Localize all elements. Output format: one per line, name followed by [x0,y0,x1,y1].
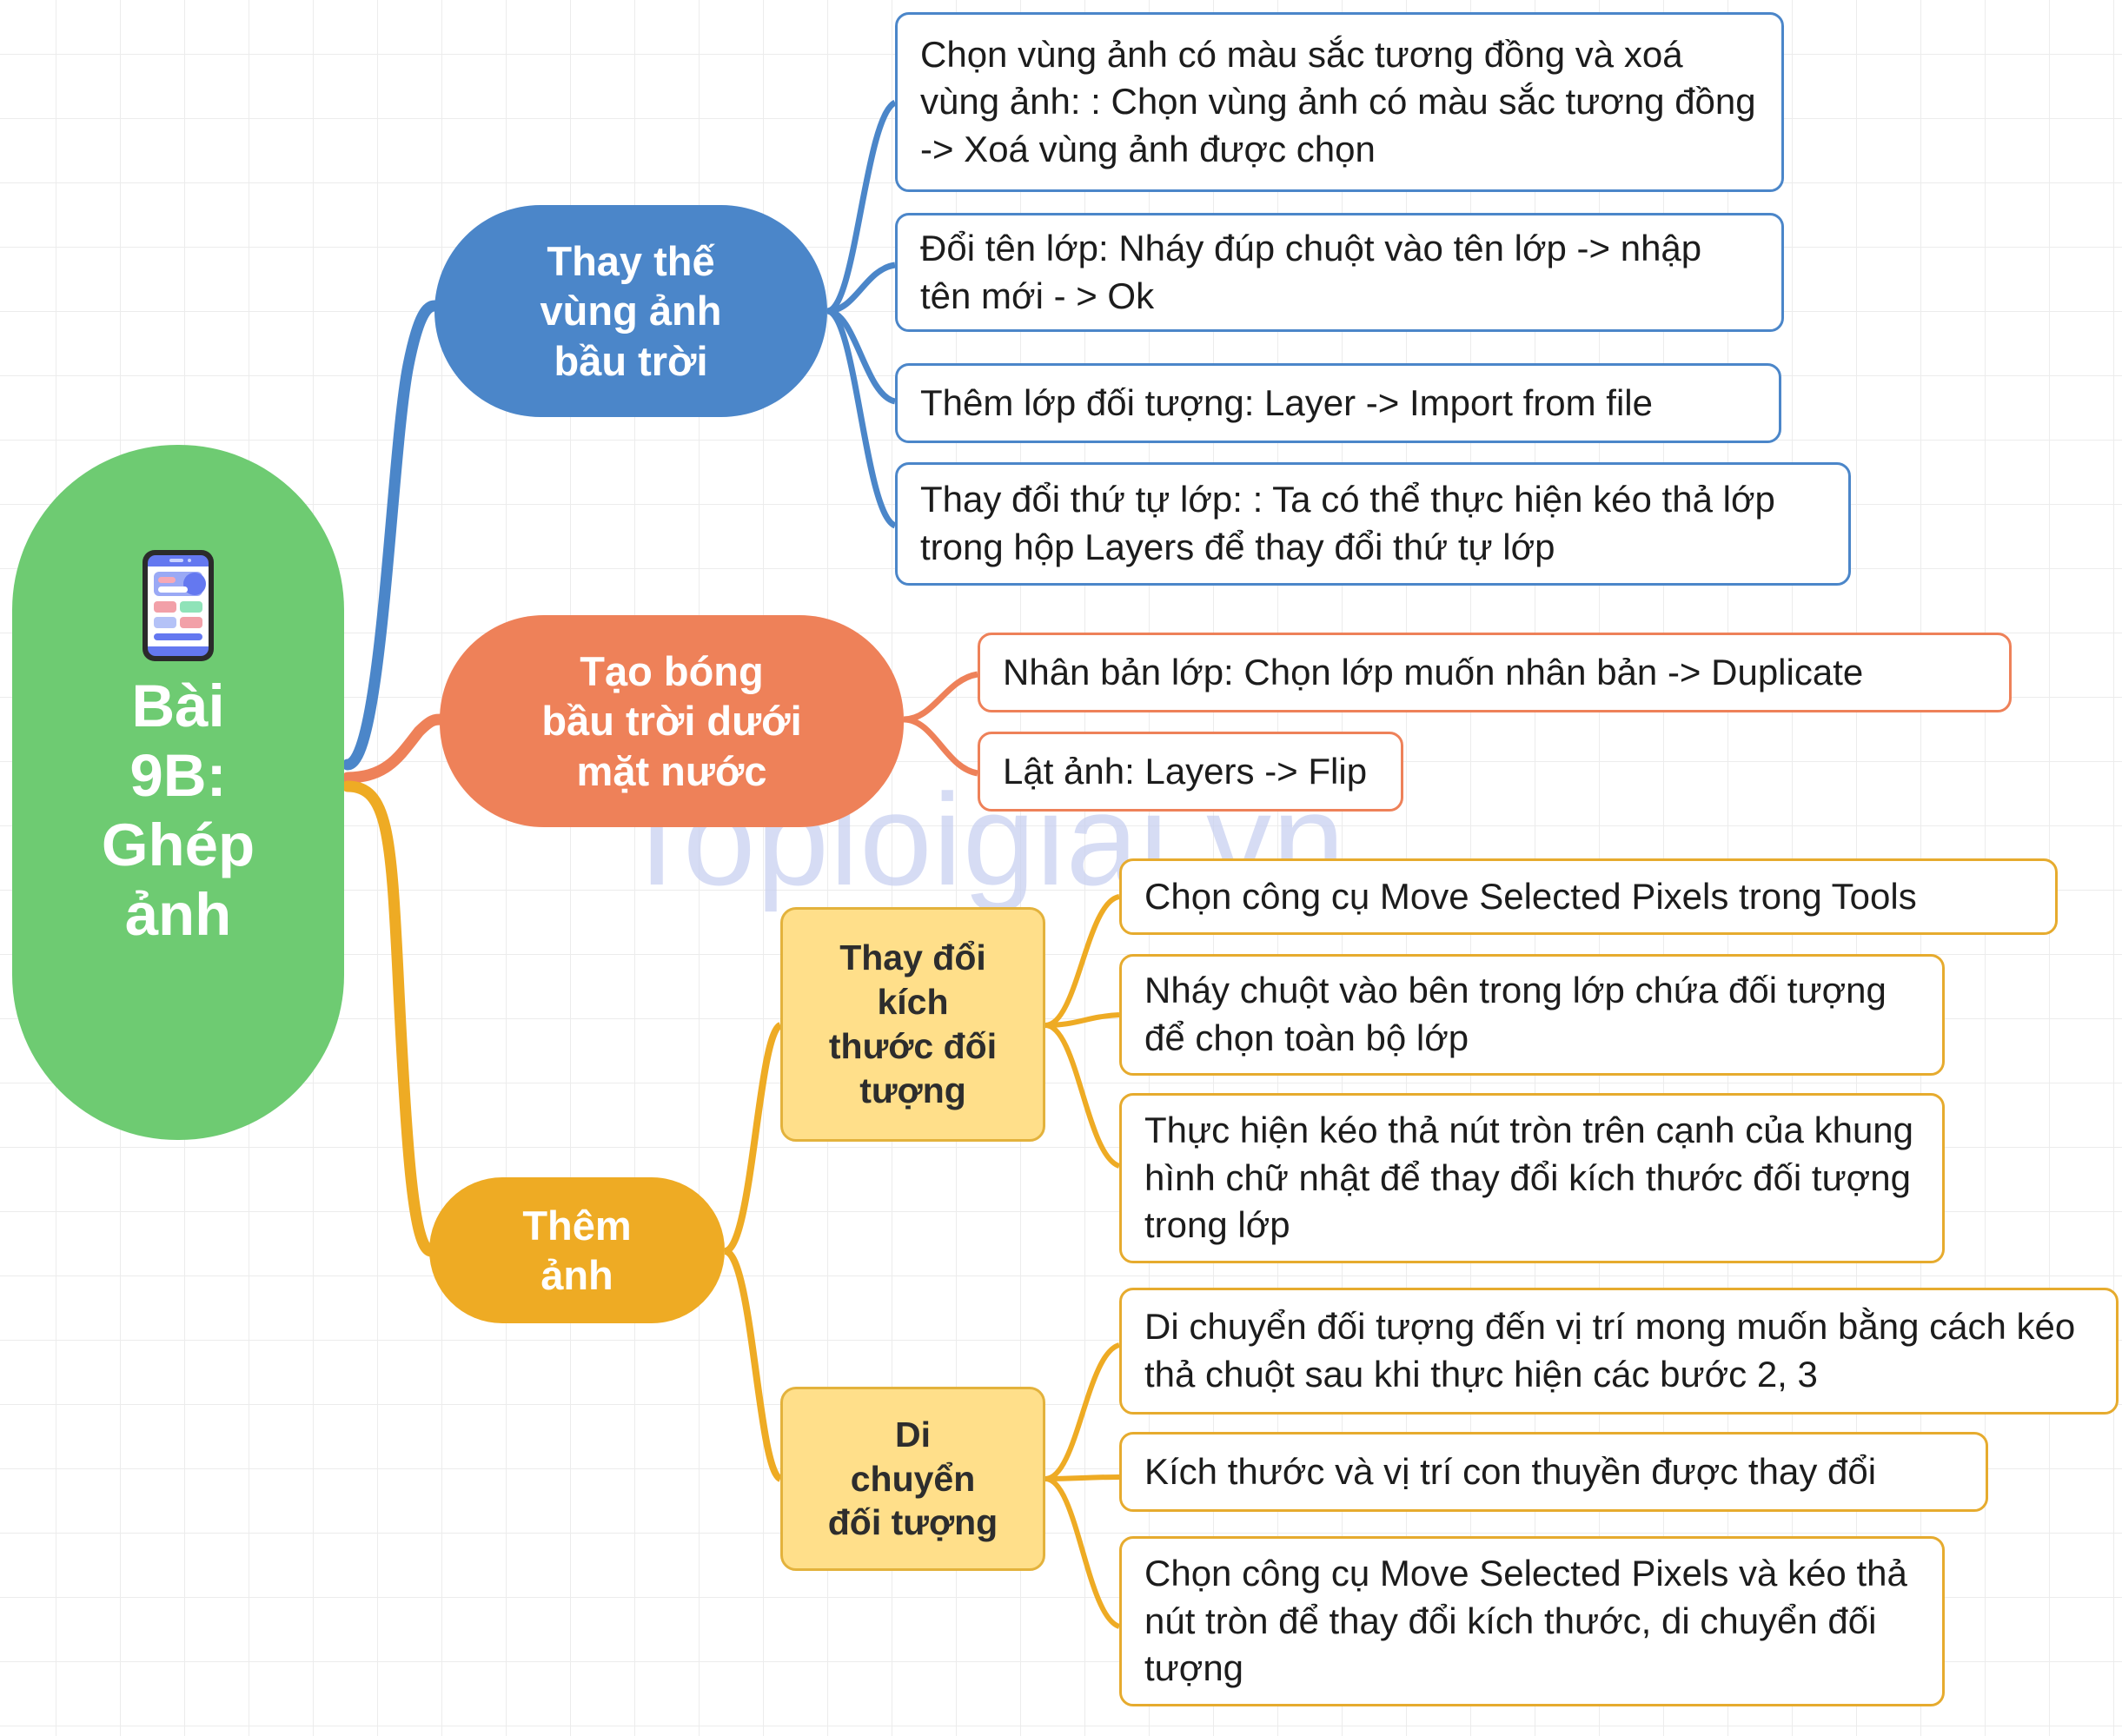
leaf-node[interactable]: Lật ảnh: Layers -> Flip [978,732,1403,812]
leaf-text: Đổi tên lớp: Nháy đúp chuột vào tên lớp … [920,227,1702,316]
subnode-label: Thay đổi kích thước đối tượng [828,938,998,1110]
subnode-label: Di chuyển đối tượng [827,1414,998,1543]
branch-label: Tạo bóng bầu trời dưới mặt nước [541,648,802,794]
leaf-node[interactable]: Nháy chuột vào bên trong lớp chứa đối tư… [1119,954,1945,1076]
leaf-text: Chọn công cụ Move Selected Pixels trong … [1144,875,1917,917]
branch-node-tao-bong-bau-troi-duoi-mat-nuoc[interactable]: Tạo bóng bầu trời dưới mặt nước [440,615,904,827]
leaf-node[interactable]: Nhân bản lớp: Chọn lớp muốn nhân bản -> … [978,633,2012,712]
branch-label: Thay thế vùng ảnh bầu trời [540,238,722,384]
leaf-node[interactable]: Kích thước và vị trí con thuyền được tha… [1119,1432,1988,1512]
smartphone-app-icon [143,550,214,661]
leaf-text: Nháy chuột vào bên trong lớp chứa đối tư… [1144,970,1887,1058]
root-node[interactable]: Bài 9B: Ghép ảnh [12,445,344,1140]
leaf-node[interactable]: Chọn công cụ Move Selected Pixels và kéo… [1119,1536,1945,1706]
subnode-di-chuyen-doi-tuong[interactable]: Di chuyển đối tượng [780,1387,1045,1571]
leaf-text: Thêm lớp đối tượng: Layer -> Import from… [920,381,1653,423]
leaf-node[interactable]: Chọn vùng ảnh có màu sắc tương đồng và x… [895,12,1784,192]
leaf-node[interactable]: Đổi tên lớp: Nháy đúp chuột vào tên lớp … [895,213,1784,332]
leaf-text: Chọn vùng ảnh có màu sắc tương đồng và x… [920,33,1756,169]
branch-node-thay-the-vung-anh-bau-troi[interactable]: Thay thế vùng ảnh bầu trời [434,205,827,417]
branch-node-them-anh[interactable]: Thêm ảnh [429,1177,725,1323]
mindmap-canvas: Toploigiai.vn Bài 9B: Ghép ảnh Thay thế … [0,0,2122,1736]
leaf-text: Thay đổi thứ tự lớp: : Ta có thể thực hi… [920,479,1775,567]
leaf-node[interactable]: Di chuyển đối tượng đến vị trí mong muốn… [1119,1288,2119,1415]
leaf-text: Thực hiện kéo thả nút tròn trên cạnh của… [1144,1110,1914,1246]
leaf-node[interactable]: Chọn công cụ Move Selected Pixels trong … [1119,858,2058,935]
root-label: Bài 9B: Ghép ảnh [101,672,255,949]
leaf-text: Di chuyển đối tượng đến vị trí mong muốn… [1144,1306,2076,1395]
leaf-node[interactable]: Thực hiện kéo thả nút tròn trên cạnh của… [1119,1093,1945,1263]
leaf-text: Kích thước và vị trí con thuyền được tha… [1144,1450,1877,1492]
subnode-thay-doi-kich-thuoc-doi-tuong[interactable]: Thay đổi kích thước đối tượng [780,907,1045,1142]
leaf-text: Nhân bản lớp: Chọn lớp muốn nhân bản -> … [1003,651,1864,692]
leaf-text: Lật ảnh: Layers -> Flip [1003,750,1368,792]
branch-label: Thêm ảnh [522,1202,632,1298]
leaf-node[interactable]: Thay đổi thứ tự lớp: : Ta có thể thực hi… [895,462,1851,586]
leaf-node[interactable]: Thêm lớp đối tượng: Layer -> Import from… [895,363,1781,443]
leaf-text: Chọn công cụ Move Selected Pixels và kéo… [1144,1553,1907,1689]
